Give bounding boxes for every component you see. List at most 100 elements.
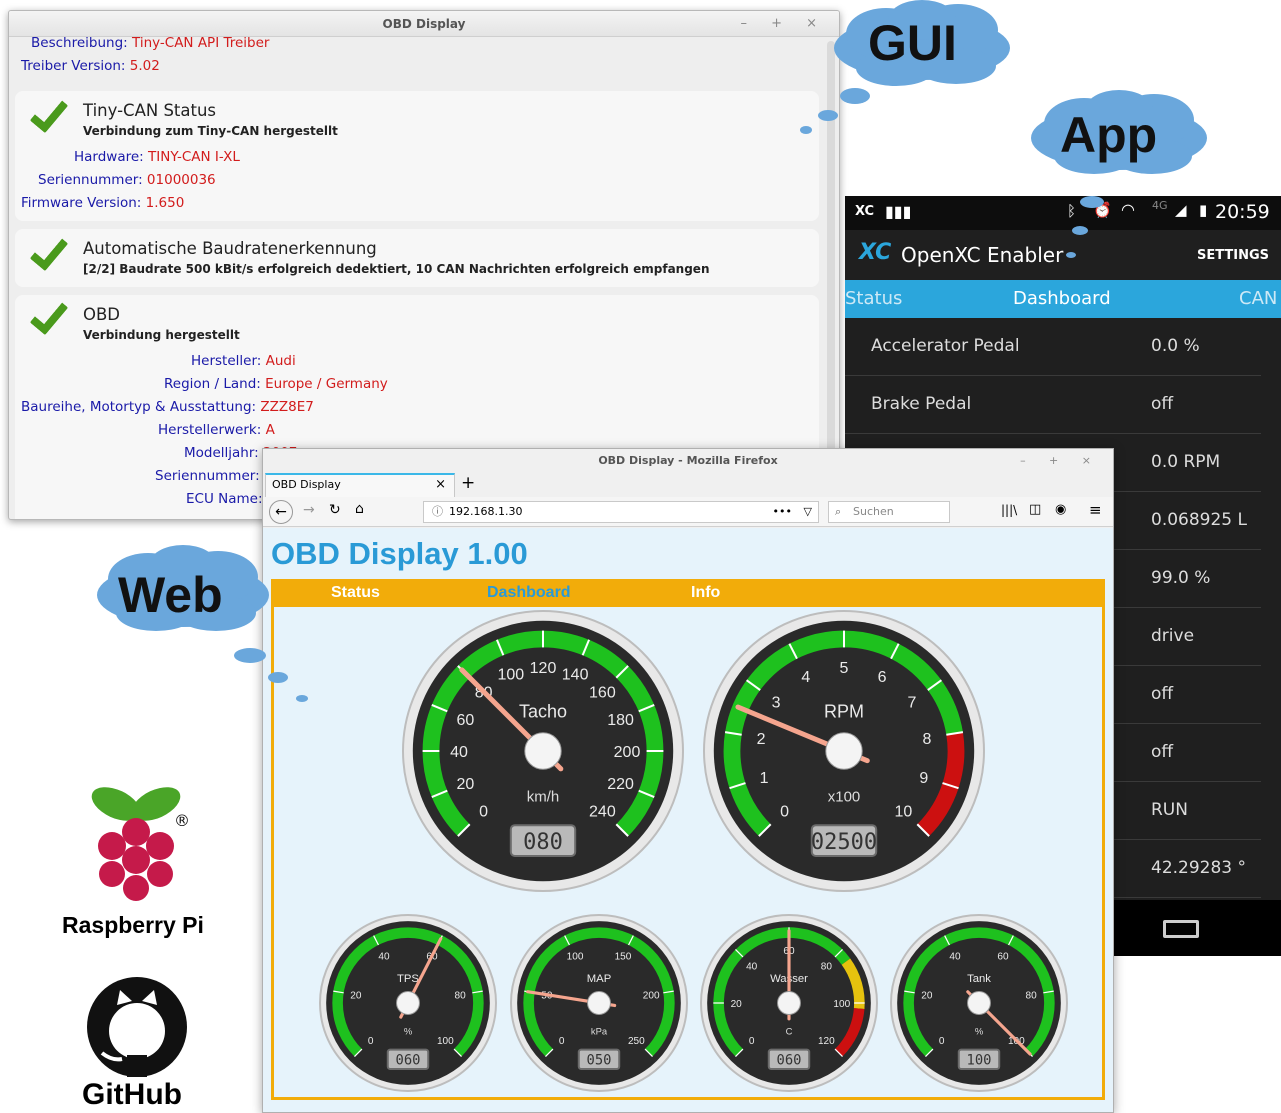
gauge-label: RPM	[824, 701, 864, 721]
gui-row: Treiber Version: 5.02	[21, 58, 160, 74]
app-title: OpenXC Enabler	[901, 243, 1064, 267]
svg-text:®: ®	[174, 811, 190, 830]
gauge-tick-label: 20	[350, 991, 362, 1002]
back-icon[interactable]: ←	[269, 500, 293, 524]
row-value: 42.29283 °	[1151, 858, 1247, 878]
raspberry-pi-logo-icon: ®	[91, 787, 190, 901]
gauge-tick-label: 0	[559, 1036, 565, 1047]
search-placeholder: Suchen	[853, 505, 894, 518]
gauge-tick-label: 3	[772, 695, 781, 712]
gauge-tick-label: 80	[455, 991, 467, 1002]
gauge-label: TPS	[397, 973, 419, 985]
gauge-tick-label: 8	[923, 731, 932, 748]
row-label: Accelerator Pedal	[871, 336, 1020, 356]
checkmark-icon	[29, 294, 69, 336]
card-subtitle: Verbindung hergestellt	[83, 328, 240, 342]
gauge-tick-label: 4	[801, 669, 810, 686]
gauge-tick-label: 6	[878, 669, 887, 686]
gauge-label: Tacho	[519, 701, 567, 721]
url-bar[interactable]: ⓘ 192.168.1.30 ••• ▽	[423, 501, 819, 523]
home-icon[interactable]: ⌂	[355, 501, 364, 517]
gauge-hub	[587, 991, 611, 1015]
web-cloud-label: Web	[118, 567, 223, 623]
gauge-label: Tank	[967, 973, 991, 985]
page-actions-icon[interactable]: •••	[773, 502, 792, 522]
carrier-label: XC	[855, 204, 875, 219]
row-value: 0.0 RPM	[1151, 452, 1221, 472]
cloud-bubble	[1080, 196, 1104, 208]
library-icon[interactable]: |||\	[1001, 503, 1017, 517]
list-item[interactable]: Accelerator Pedal 0.0 %	[845, 318, 1261, 376]
forward-icon[interactable]: →	[303, 502, 315, 518]
gauge-tick-label: 60	[456, 712, 474, 729]
gauge-tick-label: 150	[615, 952, 632, 963]
gauge-tick-label: 120	[818, 1036, 835, 1047]
gauge-tick-label: 0	[368, 1036, 374, 1047]
browser-tab[interactable]: OBD Display ×	[265, 473, 455, 497]
gauge-tick-label: 140	[562, 666, 589, 683]
close-tab-icon[interactable]: ×	[435, 475, 446, 495]
search-icon: ⌕	[835, 505, 842, 518]
bluetooth-icon: ᛒ	[1067, 202, 1077, 220]
gauge-tick-label: 100	[833, 999, 850, 1010]
row-value: drive	[1151, 626, 1195, 646]
settings-button[interactable]: SETTINGS	[1197, 248, 1269, 263]
gauge-tick-label: 1	[760, 770, 769, 787]
gauge-tick-label: 80	[1026, 991, 1038, 1002]
openxc-logo-icon: XC	[859, 240, 892, 265]
gauge-tick-label: 7	[908, 695, 917, 712]
gauge-tick-label: 20	[921, 991, 933, 1002]
gauge-display-value: 100	[967, 1053, 992, 1069]
gauge-tick-label: 40	[746, 961, 758, 972]
sidebar-icon[interactable]: ◫	[1029, 502, 1041, 517]
list-item[interactable]: Brake Pedal off	[845, 376, 1261, 434]
cloud-bubble	[1066, 252, 1076, 258]
gauge-display-value: 060	[396, 1053, 421, 1069]
phone-tabbar: Status Dashboard CAN	[845, 280, 1281, 318]
gauge-unit: x100	[828, 788, 861, 805]
tab-status[interactable]: Status	[845, 288, 902, 309]
gauge-hub	[777, 991, 801, 1015]
row-value: off	[1151, 684, 1174, 704]
new-tab-button[interactable]: +	[461, 473, 475, 493]
row-value: 0.0 %	[1151, 336, 1200, 356]
barcode-icon: ▮▮▮	[885, 202, 912, 221]
card-title: Automatische Baudratenerkennung	[83, 239, 377, 258]
menu-icon[interactable]: ≡	[1089, 501, 1102, 519]
gauge-tick-label: 10	[894, 803, 912, 820]
card-subtitle: [2/2] Baudrate 500 kBit/s erfolgreich de…	[83, 262, 710, 276]
row-value: off	[1151, 394, 1174, 414]
gui-row: Baureihe, Motortyp & Ausstattung: ZZZ8E7	[21, 399, 314, 415]
gauge-display-value: 080	[523, 830, 563, 855]
tab-dashboard[interactable]: Dashboard	[1013, 288, 1111, 309]
window-controls[interactable]: – + ×	[740, 11, 827, 37]
gauge-tick-label: 2	[757, 731, 766, 748]
checkmark-icon	[29, 92, 69, 134]
search-input[interactable]: ⌕ Suchen	[828, 501, 950, 523]
row-value: RUN	[1151, 800, 1188, 820]
firefox-window-title: OBD Display - Mozilla Firefox	[598, 454, 778, 467]
window-controls[interactable]: – + ×	[1020, 449, 1101, 473]
gauge-tick-label: 180	[607, 712, 634, 729]
pocket-icon[interactable]: ▽	[804, 502, 812, 522]
gauge-tick-label: 250	[628, 1036, 645, 1047]
gauge-hub	[396, 991, 420, 1015]
gui-row: Region / Land: Europe / Germany	[164, 376, 388, 392]
gauge-tick-label: 0	[749, 1036, 755, 1047]
github-label: GitHub	[82, 1078, 182, 1111]
gui-window: OBD Display – + × Beschreibung: Tiny-CAN…	[8, 10, 840, 520]
gauge-display-value: 050	[587, 1053, 612, 1069]
gauge-tick-label: 100	[498, 666, 525, 683]
info-icon[interactable]: ⓘ	[432, 505, 443, 518]
reload-icon[interactable]: ↻	[329, 502, 341, 518]
gui-row: Firmware Version: 1.650	[21, 195, 185, 211]
gui-cloud-label: GUI	[868, 15, 957, 71]
phone-statusbar: XC ▮▮▮ ᛒ ⏰ ◠ 4G ◢ ▮ 20:59	[845, 196, 1281, 230]
tab-can[interactable]: CAN	[1239, 288, 1277, 309]
gauge-tick-label: 0	[939, 1036, 945, 1047]
gui-row: Seriennummer:	[155, 468, 260, 484]
gauges-canvas: 020406080100120140160180200220240Tachokm…	[319, 610, 1068, 1092]
clock: 20:59	[1215, 201, 1270, 223]
account-icon[interactable]: ◉	[1055, 502, 1066, 517]
recent-apps-icon[interactable]	[1163, 920, 1199, 938]
